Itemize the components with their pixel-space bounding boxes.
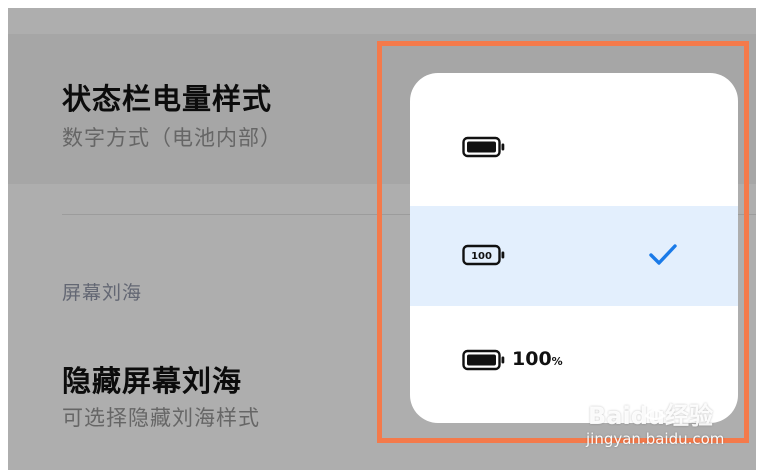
- highlight-frame: [377, 41, 749, 443]
- watermark: Baidu经验 jingyan.baidu.com: [586, 392, 756, 456]
- paw-icon: [638, 392, 672, 430]
- watermark-url: jingyan.baidu.com: [586, 430, 725, 448]
